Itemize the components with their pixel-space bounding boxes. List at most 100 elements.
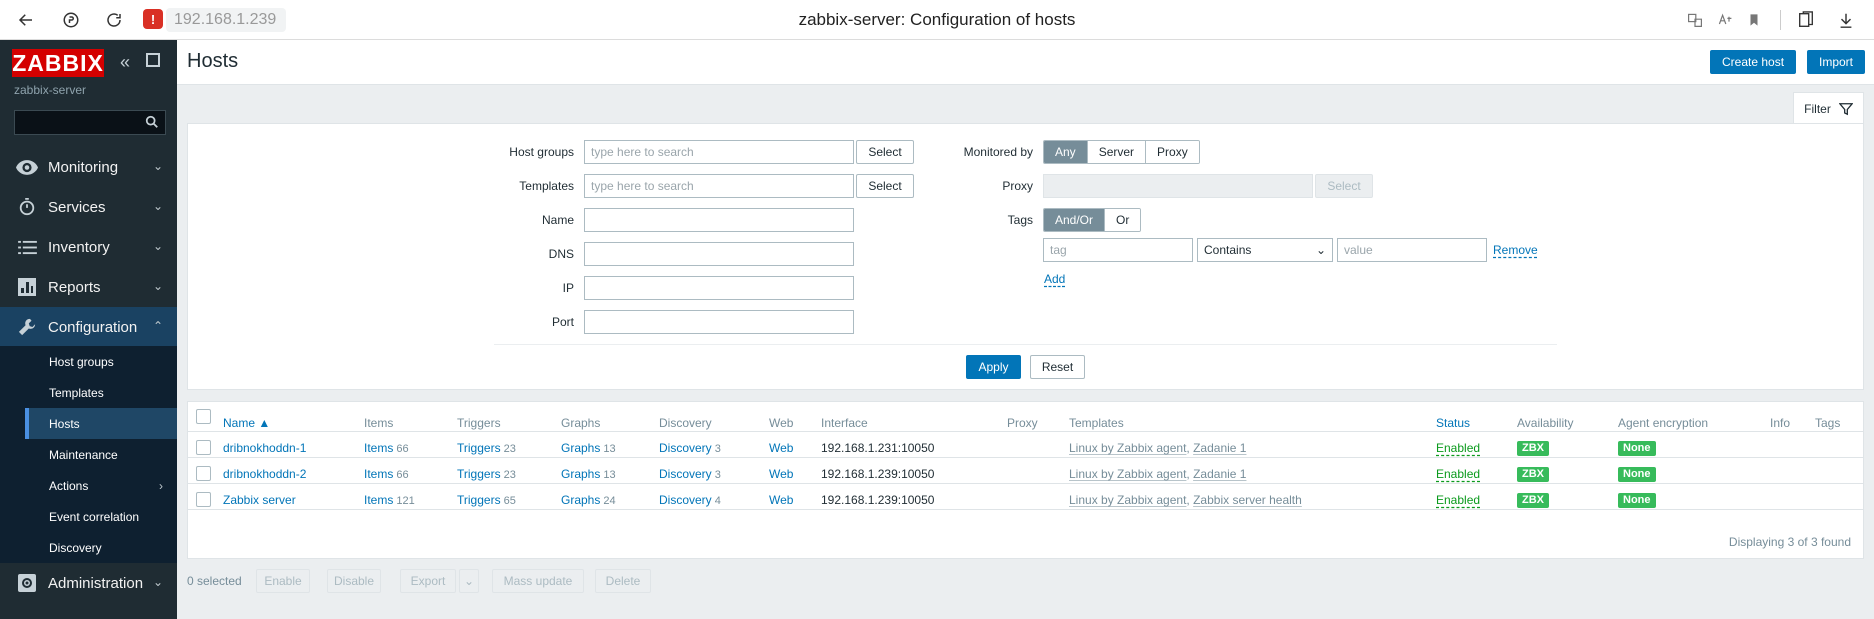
template-link[interactable]: Linux by Zabbix agent [1069,493,1186,507]
collections-icon[interactable] [1796,10,1816,30]
delete-button[interactable]: Delete [595,569,651,593]
submenu-templates[interactable]: Templates [25,377,177,408]
submenu-event-correlation[interactable]: Event correlation [25,501,177,532]
submenu-maintenance[interactable]: Maintenance [25,439,177,470]
disable-button[interactable]: Disable [327,569,381,593]
bookmark-icon[interactable] [1744,10,1764,30]
web-link[interactable]: Web [769,441,793,455]
import-button[interactable]: Import [1807,50,1866,74]
reload-icon[interactable] [102,8,126,32]
port-input[interactable] [584,310,854,334]
items-link[interactable]: Items [364,441,393,455]
address-bar[interactable]: 192.168.1.239 [166,8,287,32]
enable-button[interactable]: Enable [256,569,310,593]
zbx-badge[interactable]: ZBX [1517,467,1549,482]
graphs-link[interactable]: Graphs [561,441,600,455]
row-checkbox[interactable] [196,440,211,455]
ip-input[interactable] [584,276,854,300]
tag-input[interactable]: tag [1043,238,1193,262]
submenu-discovery[interactable]: Discovery [25,532,177,563]
host-name-link[interactable]: Zabbix server [223,493,296,507]
reset-button[interactable]: Reset [1030,355,1085,379]
col-status[interactable]: Status [1436,416,1470,430]
triggers-link[interactable]: Triggers [457,493,501,507]
warning-icon[interactable]: ! [143,9,163,29]
row-checkbox[interactable] [196,492,211,507]
menu-inventory[interactable]: Inventory ⌄ [0,227,177,267]
status-toggle[interactable]: Enabled [1436,441,1480,455]
discovery-link[interactable]: Discovery [659,493,712,507]
zbx-badge[interactable]: ZBX [1517,493,1549,508]
remove-tag-link[interactable]: Remove [1493,243,1538,257]
template-link[interactable]: Zabbix server health [1193,493,1302,507]
discovery-link[interactable]: Discovery [659,467,712,481]
template-link[interactable]: Linux by Zabbix agent [1069,441,1186,455]
host-name-link[interactable]: dribnokhoddn-2 [223,467,306,481]
templates-input[interactable]: type here to search [584,174,854,198]
items-link[interactable]: Items [364,493,393,507]
discovery-link[interactable]: Discovery [659,441,712,455]
menu-services[interactable]: Services ⌄ [0,187,177,227]
submenu-hosts[interactable]: Hosts [25,408,177,439]
translate-icon[interactable] [1685,10,1705,30]
menu-monitoring[interactable]: Monitoring ⌄ [0,147,177,187]
zbx-badge[interactable]: ZBX [1517,441,1549,456]
filter-divider [494,344,1557,345]
download-icon[interactable] [1836,10,1856,30]
profile-icon[interactable] [59,8,83,32]
status-toggle[interactable]: Enabled [1436,493,1480,507]
template-link[interactable]: Zadanie 1 [1193,467,1246,481]
monitored-by-server[interactable]: Server [1087,141,1147,163]
submenu-actions[interactable]: Actions › [25,470,177,501]
triggers-link[interactable]: Triggers [457,441,501,455]
dns-input[interactable] [584,242,854,266]
items-cell: Items 66 [364,467,409,481]
tags-and-or[interactable]: And/Or [1044,209,1106,231]
col-name[interactable]: Name ▲ [223,416,270,430]
tag-operator-select[interactable]: Contains ⌄ [1197,238,1333,262]
zabbix-logo[interactable]: ZABBIX [12,49,104,77]
monitored-by-any[interactable]: Any [1044,141,1088,163]
web-link[interactable]: Web [769,467,793,481]
select-all-checkbox[interactable] [196,409,211,424]
template-link[interactable]: Linux by Zabbix agent [1069,467,1186,481]
web-cell: Web [769,493,793,507]
discovery-count: 4 [714,495,721,507]
menu-configuration[interactable]: Configuration ⌃ [0,307,177,347]
web-link[interactable]: Web [769,493,793,507]
templates-cell: Linux by Zabbix agent, Zabbix server hea… [1069,493,1302,507]
export-dropdown-button[interactable]: ⌄ [459,569,479,593]
graphs-count: 13 [603,469,616,481]
host-name-link[interactable]: dribnokhoddn-1 [223,441,306,455]
back-icon[interactable] [14,8,38,32]
menu-administration[interactable]: Administration ⌄ [0,563,177,603]
mass-update-button[interactable]: Mass update [492,569,584,593]
tags-or[interactable]: Or [1105,209,1141,231]
port-label: Port [551,315,574,329]
read-aloud-icon[interactable] [1715,10,1735,30]
monitored-by-proxy[interactable]: Proxy [1146,141,1199,163]
name-input[interactable] [584,208,854,232]
kiosk-mode-icon[interactable] [146,53,160,67]
items-link[interactable]: Items [364,467,393,481]
status-toggle[interactable]: Enabled [1436,467,1480,481]
row-checkbox[interactable] [196,466,211,481]
create-host-button[interactable]: Create host [1710,50,1797,74]
filter-tab[interactable]: Filter [1793,92,1864,124]
page-title: Hosts [187,50,239,72]
search-icon[interactable] [145,115,159,129]
host-name-cell: dribnokhoddn-1 [223,441,306,455]
apply-button[interactable]: Apply [966,355,1021,379]
tag-value-input[interactable]: value [1337,238,1487,262]
graphs-link[interactable]: Graphs [561,493,600,507]
add-tag-link[interactable]: Add [1044,272,1065,286]
triggers-link[interactable]: Triggers [457,467,501,481]
collapse-sidebar-icon[interactable]: « [120,52,130,73]
graphs-link[interactable]: Graphs [561,467,600,481]
menu-reports[interactable]: Reports ⌄ [0,267,177,307]
sidebar-search-input[interactable] [14,110,166,135]
submenu-host-groups[interactable]: Host groups [25,346,177,377]
export-button[interactable]: Export [400,569,456,593]
host-groups-input[interactable]: type here to search [584,140,854,164]
template-link[interactable]: Zadanie 1 [1193,441,1246,455]
